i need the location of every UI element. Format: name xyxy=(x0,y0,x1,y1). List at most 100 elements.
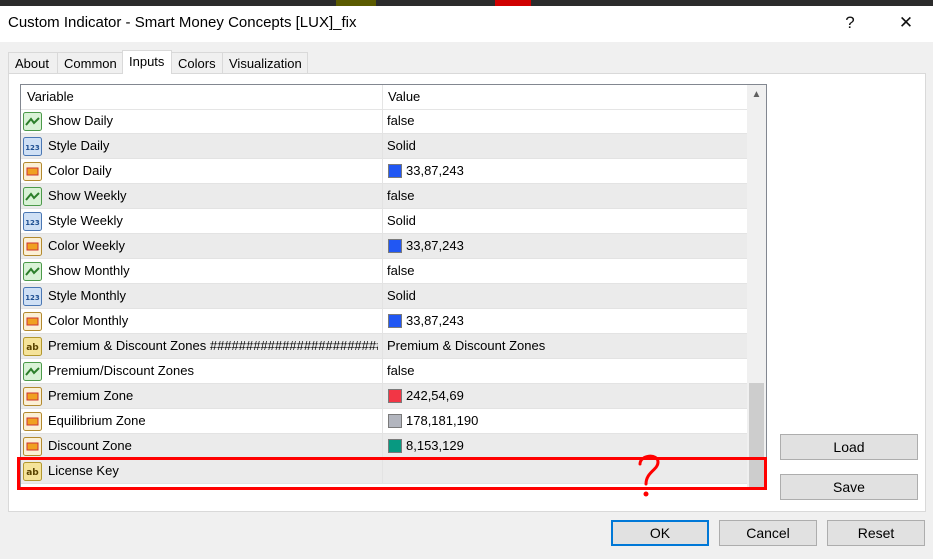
svg-text:123: 123 xyxy=(25,144,40,152)
column-divider xyxy=(382,434,383,459)
color-icon xyxy=(23,437,42,456)
column-divider xyxy=(382,409,383,434)
column-divider xyxy=(382,209,383,234)
table-row[interactable]: Color Weekly 33,87,243 xyxy=(21,234,747,259)
int-icon: 123 xyxy=(23,212,42,231)
variable-name: Show Weekly xyxy=(48,188,127,203)
variable-value[interactable]: 33,87,243 xyxy=(406,238,464,253)
table-row[interactable]: Premium Zone 242,54,69 xyxy=(21,384,747,409)
variable-value[interactable]: 242,54,69 xyxy=(406,388,464,403)
color-swatch xyxy=(388,164,402,178)
color-swatch xyxy=(388,414,402,428)
column-divider xyxy=(382,184,383,209)
scroll-up-icon[interactable]: ▲ xyxy=(747,85,766,105)
close-button[interactable]: ✕ xyxy=(886,9,926,37)
column-divider xyxy=(382,159,383,184)
column-divider xyxy=(382,259,383,284)
variable-name: Equilibrium Zone xyxy=(48,413,146,428)
column-divider xyxy=(382,85,383,109)
inputs-grid[interactable]: Variable Value Show Daily false 123 Style D… xyxy=(20,84,767,489)
variable-value[interactable]: 8,153,129 xyxy=(406,438,464,453)
column-divider xyxy=(382,359,383,384)
variable-value[interactable]: 33,87,243 xyxy=(406,313,464,328)
column-divider xyxy=(382,234,383,259)
column-divider xyxy=(382,109,383,134)
int-icon: 123 xyxy=(23,137,42,156)
bool-icon xyxy=(23,187,42,206)
variable-value[interactable]: 33,87,243 xyxy=(406,163,464,178)
color-swatch xyxy=(388,439,402,453)
table-row[interactable]: ab Premium & Discount Zones #############… xyxy=(21,334,747,359)
variable-value[interactable]: Solid xyxy=(387,288,416,303)
variable-name: Discount Zone xyxy=(48,438,132,453)
color-icon xyxy=(23,387,42,406)
table-row[interactable]: 123 Style Weekly Solid xyxy=(21,209,747,234)
color-swatch xyxy=(388,314,402,328)
variable-name: Style Weekly xyxy=(48,213,123,228)
column-divider xyxy=(382,384,383,409)
variable-name: Show Monthly xyxy=(48,263,130,278)
tab-colors[interactable]: Colors xyxy=(171,52,223,73)
annotation-question-mark-icon xyxy=(638,454,660,497)
cancel-button[interactable]: Cancel xyxy=(719,520,817,546)
tab-about[interactable]: About xyxy=(8,52,58,73)
variable-value[interactable]: false xyxy=(387,113,414,128)
grid-header: Variable Value xyxy=(21,85,747,110)
vertical-scrollbar[interactable]: ▲ xyxy=(747,85,766,488)
variable-value[interactable]: Premium & Discount Zones xyxy=(387,338,545,353)
column-header-value[interactable]: Value xyxy=(388,89,420,104)
variable-name: Color Weekly xyxy=(48,238,126,253)
table-row[interactable]: Color Daily 33,87,243 xyxy=(21,159,747,184)
help-button[interactable]: ? xyxy=(830,9,870,37)
variable-value[interactable]: false xyxy=(387,363,414,378)
color-swatch xyxy=(388,239,402,253)
tab-inputs[interactable]: Inputs xyxy=(122,50,172,74)
ok-button[interactable]: OK xyxy=(611,520,709,546)
color-icon xyxy=(23,162,42,181)
color-icon xyxy=(23,412,42,431)
variable-name: Color Monthly xyxy=(48,313,129,328)
color-icon xyxy=(23,237,42,256)
column-divider xyxy=(382,134,383,159)
variable-value[interactable]: Solid xyxy=(387,213,416,228)
int-icon: 123 xyxy=(23,287,42,306)
variable-value[interactable]: Solid xyxy=(387,138,416,153)
variable-name: Color Daily xyxy=(48,163,112,178)
variable-value[interactable]: false xyxy=(387,188,414,203)
table-row[interactable]: Color Monthly 33,87,243 xyxy=(21,309,747,334)
column-divider xyxy=(382,334,383,359)
string-icon: ab xyxy=(23,337,42,356)
variable-name: Show Daily xyxy=(48,113,114,128)
table-row[interactable]: Premium/Discount Zones false xyxy=(21,359,747,384)
color-swatch xyxy=(388,389,402,403)
variable-name: Premium & Discount Zones ###############… xyxy=(48,338,378,353)
variable-value[interactable]: false xyxy=(387,263,414,278)
tab-visualization[interactable]: Visualization xyxy=(222,52,308,73)
table-row[interactable]: 123 Style Monthly Solid xyxy=(21,284,747,309)
column-divider xyxy=(382,284,383,309)
tab-common[interactable]: Common xyxy=(57,52,123,73)
bool-icon xyxy=(23,112,42,131)
load-button[interactable]: Load xyxy=(780,434,918,460)
variable-name: Premium/Discount Zones xyxy=(48,363,194,378)
color-icon xyxy=(23,312,42,331)
column-header-variable[interactable]: Variable xyxy=(27,89,74,104)
table-row[interactable]: Show Daily false xyxy=(21,109,747,134)
svg-text:123: 123 xyxy=(25,219,40,227)
column-divider xyxy=(382,309,383,334)
table-row[interactable]: 123 Style Daily Solid xyxy=(21,134,747,159)
variable-value[interactable]: 178,181,190 xyxy=(406,413,478,428)
table-row[interactable]: Equilibrium Zone 178,181,190 xyxy=(21,409,747,434)
table-row[interactable]: Show Monthly false xyxy=(21,259,747,284)
svg-text:ab: ab xyxy=(26,343,39,353)
save-button[interactable]: Save xyxy=(780,474,918,500)
table-row[interactable]: Show Weekly false xyxy=(21,184,747,209)
variable-name: Style Monthly xyxy=(48,288,127,303)
reset-button[interactable]: Reset xyxy=(827,520,925,546)
window-title: Custom Indicator - Smart Money Concepts … xyxy=(8,14,357,31)
bool-icon xyxy=(23,262,42,281)
svg-text:123: 123 xyxy=(25,294,40,302)
variable-name: Style Daily xyxy=(48,138,110,153)
bool-icon xyxy=(23,362,42,381)
variable-name: Premium Zone xyxy=(48,388,134,403)
